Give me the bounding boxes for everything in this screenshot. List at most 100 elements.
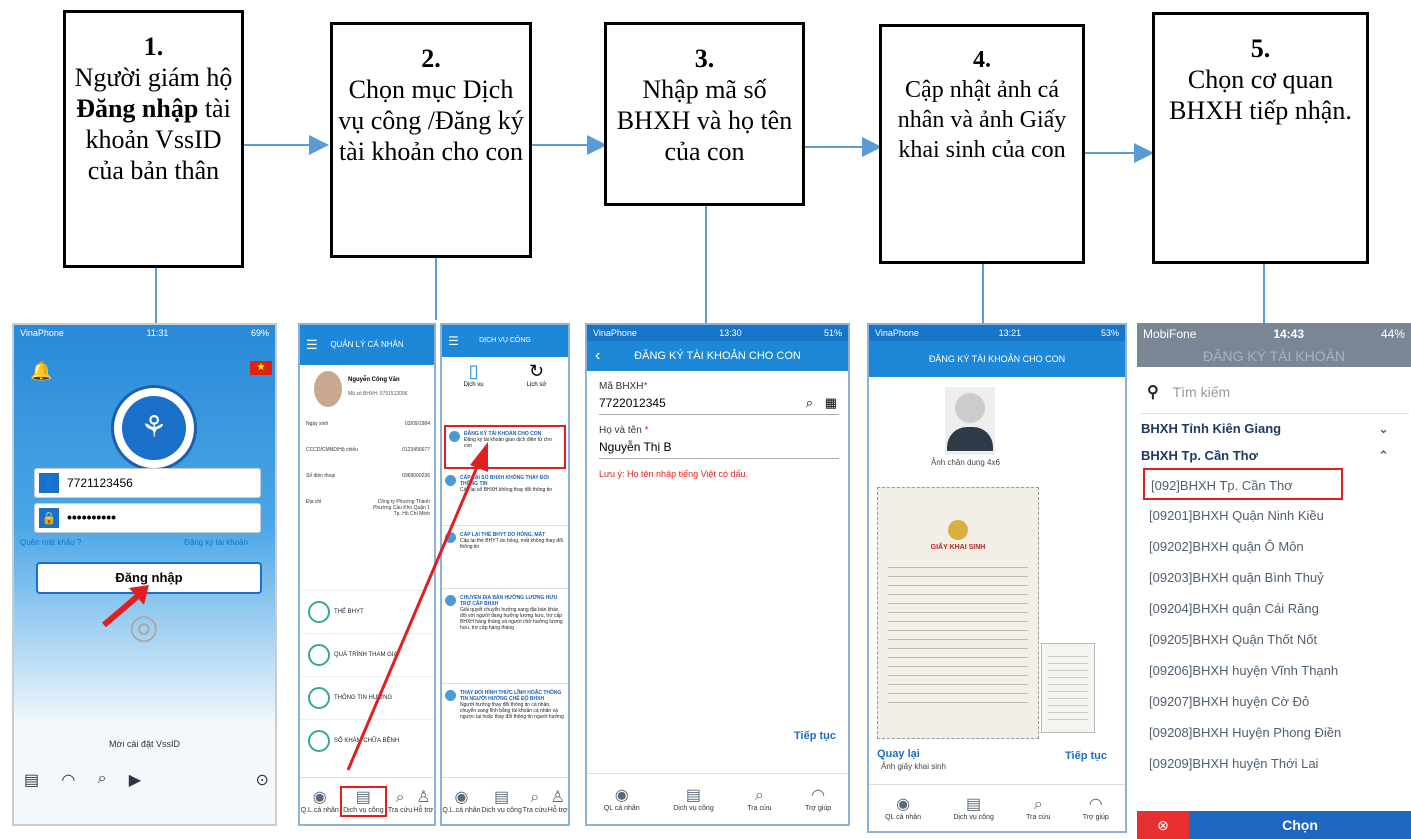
continue-button[interactable]: Tiếp tục xyxy=(1065,750,1107,762)
photo-battery: 53% xyxy=(1100,328,1119,338)
step-3-text: Nhập mã số BHXH và họ tên của con xyxy=(616,75,793,166)
step-1-box: 1. Người giám hộ Đăng nhập tài khoản Vss… xyxy=(63,10,244,268)
tab-personal[interactable]: ◉ Q.L.cá nhân xyxy=(442,789,480,814)
close-icon: ⊗ xyxy=(1157,817,1169,833)
register-carrier: VinaPhone xyxy=(593,328,637,338)
tab-support[interactable]: ♙ Hỗ trợ xyxy=(414,789,434,814)
certificate-title: GIẤY KHAI SINH xyxy=(930,544,986,551)
tab-history[interactable]: ↻ Lịch sử xyxy=(527,361,547,388)
bhxh-label: Mã BHXH xyxy=(599,381,644,392)
user-icon: 👤 xyxy=(39,473,59,493)
register-link[interactable]: Đăng ký tài khoản xyxy=(184,538,248,547)
tab-lookup[interactable]: ⌕ Tra cứu xyxy=(388,789,412,814)
history-icon: ↻ xyxy=(529,361,545,381)
agency-screen: MobiFone 14:43 44% ĐĂNG KÝ TÀI KHOẢN ⚲ T… xyxy=(1137,323,1411,839)
step-4-text: Cập nhật ảnh cá nhân và ảnh Giấy khai si… xyxy=(897,77,1067,163)
group-can-tho[interactable]: BHXH Tp. Cần Thơ ⌃ xyxy=(1141,444,1409,468)
tab-personal[interactable]: ◉ Q.L.cá nhân xyxy=(301,789,339,814)
back-icon[interactable]: ‹ xyxy=(595,341,600,371)
agency-item[interactable]: [09201]BHXH Quận Ninh Kiều xyxy=(1141,500,1409,531)
menu-icon[interactable]: ☰ xyxy=(448,325,459,357)
portrait-photo[interactable] xyxy=(945,387,995,455)
invite-install-text[interactable]: Mời cài đặt VssID xyxy=(14,739,275,749)
group-kien-giang[interactable]: BHXH Tỉnh Kiên Giang ⌄ xyxy=(1141,414,1409,444)
agency-item[interactable]: [09206]BHXH huyện Vĩnh Thạnh xyxy=(1141,655,1409,686)
qr-code-icon[interactable]: ▦ xyxy=(825,392,837,414)
personal-title: QUẢN LÝ CÁ NHÂN xyxy=(330,340,404,349)
agency-battery: 44% xyxy=(1380,327,1405,341)
username-field[interactable]: 👤 7721123456 xyxy=(34,468,261,498)
step-1-text-pre: Người giám hộ xyxy=(74,63,233,92)
fingerprint-icon[interactable]: ◎ xyxy=(129,607,159,647)
birth-certificate-image[interactable]: GIẤY KHAI SINH xyxy=(877,487,1039,739)
photo-time: 13:21 xyxy=(998,328,1022,338)
step-5-box: 5. Chọn cơ quan BHXH tiếp nhận. xyxy=(1152,12,1369,264)
tab-personal[interactable]: ◉ QL cá nhân xyxy=(604,787,640,812)
agency-item-selected[interactable]: [092]BHXH Tp. Cần Thơ xyxy=(1143,468,1343,500)
step-5-number: 5. xyxy=(1250,34,1271,63)
bhxh-input[interactable]: 7722012345 ⌕ ▦ xyxy=(599,392,839,415)
tab-lookup[interactable]: ⌕ Tra cứu xyxy=(1026,796,1050,821)
tab-lookup[interactable]: ⌕ Tra cứu xyxy=(523,789,547,814)
headset-icon[interactable]: ◠ xyxy=(61,770,75,790)
register-time: 13:30 xyxy=(719,328,742,338)
play-icon[interactable]: ▶ xyxy=(129,770,141,790)
tab-support[interactable]: ◠ Trợ giúp xyxy=(805,787,831,812)
agency-item[interactable]: [09209]BHXH huyện Thới Lai xyxy=(1141,748,1409,779)
search-icon[interactable]: ⌕ xyxy=(806,392,813,414)
location-icon[interactable]: ⊙ xyxy=(256,770,269,790)
agency-item[interactable]: [09205]BHXH Quận Thốt Nốt xyxy=(1141,624,1409,655)
agency-item[interactable]: [09202]BHXH quận Ô Môn xyxy=(1141,531,1409,562)
agency-item[interactable]: [09208]BHXH Huyện Phong Điền xyxy=(1141,717,1409,748)
agency-item[interactable]: [09207]BHXH huyện Cờ Đỏ xyxy=(1141,686,1409,717)
cancel-button[interactable]: ⊗ xyxy=(1137,811,1189,839)
tab-public-services[interactable]: ▤ Dịch vụ công xyxy=(340,785,387,817)
document-icon: ▯ xyxy=(468,361,479,381)
tab-public-services[interactable]: ▤ Dịch vụ công xyxy=(481,789,521,814)
search-icon: ⚲ xyxy=(1147,384,1159,401)
choose-button[interactable]: Chọn xyxy=(1189,811,1411,839)
step-4-number: 4. xyxy=(973,47,991,73)
login-time: 11:31 xyxy=(146,328,169,338)
tab-services[interactable]: ▯ Dịch vụ xyxy=(464,361,484,388)
back-button[interactable]: Quay lại xyxy=(877,748,920,760)
search-doc-icon[interactable]: ⌕ xyxy=(98,770,107,790)
step-1-number: 1. xyxy=(143,32,164,61)
tab-support[interactable]: ♙ Hỗ trợ xyxy=(548,789,568,814)
continue-button[interactable]: Tiếp tục xyxy=(794,730,836,742)
bhxh-logo: ⚘ xyxy=(111,385,197,471)
photo-screen: VinaPhone 13:21 53% ĐĂNG KÝ TÀI KHOẢN CH… xyxy=(867,323,1127,833)
agency-item[interactable]: [09204]BHXH quận Cái Răng xyxy=(1141,593,1409,624)
chevron-down-icon: ⌄ xyxy=(1378,421,1389,436)
login-screen: VinaPhone 11:31 69% 🔔 ★ ⚘ 👤 7721123456 🔒… xyxy=(12,323,277,826)
lock-icon: 🔒 xyxy=(39,508,59,528)
agency-item[interactable]: [09203]BHXH quận Bình Thuỷ xyxy=(1141,562,1409,593)
tab-public-services[interactable]: ▤ Dịch vụ công xyxy=(953,796,993,821)
step-5-text: Chọn cơ quan BHXH tiếp nhận. xyxy=(1169,65,1352,125)
tab-lookup[interactable]: ⌕ Tra cứu xyxy=(747,787,771,812)
vn-flag-icon[interactable]: ★ xyxy=(250,361,272,375)
photo-carrier: VinaPhone xyxy=(875,328,919,338)
photo-title: ĐĂNG KÝ TÀI KHOẢN CHO CON xyxy=(928,354,1066,364)
menu-icon[interactable]: ☰ xyxy=(306,325,318,365)
password-value: •••••••••• xyxy=(67,509,117,525)
tab-support[interactable]: ◠ Trợ giúp xyxy=(1083,796,1109,821)
agency-list-panel: ⚲ Tìm kiếm BHXH Tỉnh Kiên Giang ⌄ BHXH T… xyxy=(1141,371,1409,811)
tab-personal[interactable]: ◉ QL cá nhân xyxy=(885,796,921,821)
agency-carrier: MobiFone xyxy=(1143,327,1197,341)
forgot-password-link[interactable]: Quên mật khẩu ? xyxy=(20,538,81,547)
bell-icon[interactable]: 🔔 xyxy=(30,361,52,382)
card-icon[interactable]: ▤ xyxy=(24,770,39,790)
agency-time: 14:43 xyxy=(1273,327,1305,341)
password-field[interactable]: 🔒 •••••••••• xyxy=(34,503,261,533)
avatar xyxy=(314,371,342,407)
services-title: DỊCH VỤ CÔNG xyxy=(479,337,531,344)
personal-name: Nguyễn Công Văn xyxy=(348,377,400,383)
tab-public-services[interactable]: ▤ Dịch vụ công xyxy=(673,787,713,812)
register-screen: VinaPhone 13:30 51% ‹ ĐĂNG KÝ TÀI KHOẢN … xyxy=(585,323,850,826)
name-input[interactable]: Nguyễn Thị B xyxy=(599,436,839,459)
login-carrier: VinaPhone xyxy=(20,328,64,338)
step-3-box: 3. Nhập mã số BHXH và họ tên của con xyxy=(604,22,805,206)
search-bar[interactable]: ⚲ Tìm kiếm xyxy=(1141,371,1409,414)
certificate-thumbnail[interactable] xyxy=(1041,643,1095,733)
